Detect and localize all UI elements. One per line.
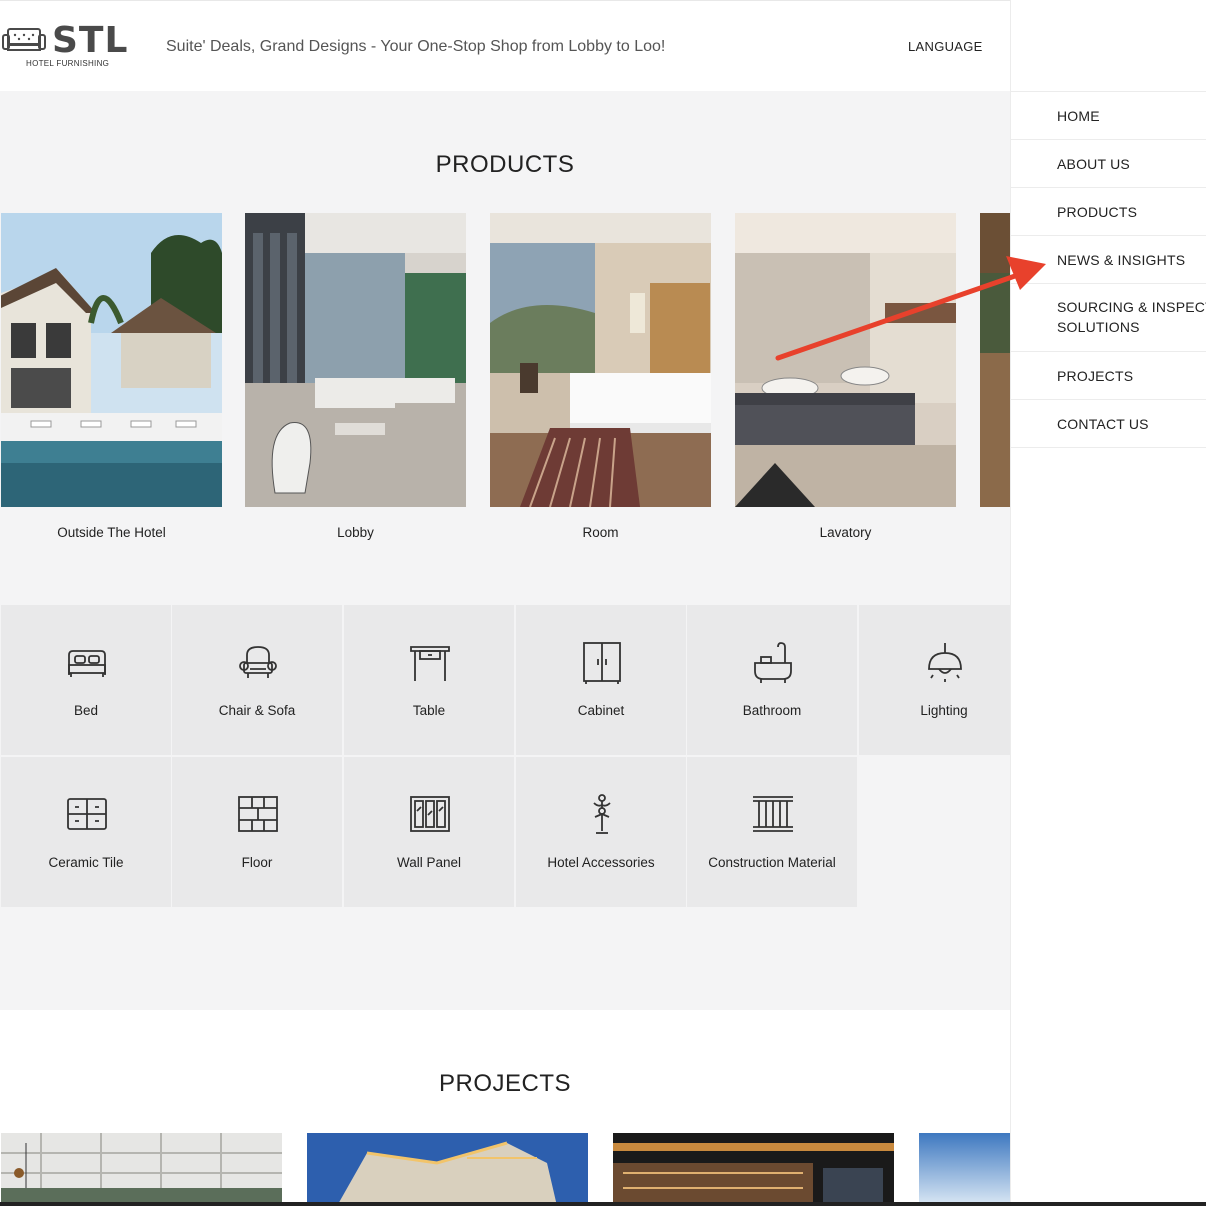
category-label: Outside The Hotel [57,525,166,540]
menu-item-about-us[interactable]: ABOUT US [1011,140,1206,188]
tile-floor[interactable]: Floor [172,757,342,907]
side-menu-panel: HOME ABOUT US PRODUCTS NEWS & INSIGHTS S… [1010,0,1206,1206]
project-image-restaurant[interactable] [613,1133,894,1206]
tile-table[interactable]: Table [344,605,514,755]
projects-heading: PROJECTS [438,1070,571,1097]
coat-stand-icon [593,794,611,834]
tile-label: Hotel Accessories [547,855,655,870]
tile-label: Ceramic Tile [48,855,124,870]
category-card-partial[interactable] [980,213,1010,512]
tile-lighting[interactable]: Lighting [859,605,1010,755]
menu-item-sourcing-solutions[interactable]: SOURCING & INSPECTI SOLUTIONS [1011,284,1206,352]
sofa-logo-icon [2,28,46,51]
logo-subtitle: HOTEL FURNISHING [26,59,110,68]
category-card-lobby[interactable]: Lobby [245,213,466,540]
category-label: Lavatory [819,525,872,540]
tile-label: Wall Panel [396,855,462,870]
lamp-icon [928,643,962,682]
menu-item-contact-us[interactable]: CONTACT US [1011,400,1206,448]
site-tagline: Suite' Deals, Grand Designs - Your One-S… [166,38,666,55]
main-menu: HOME ABOUT US PRODUCTS NEWS & INSIGHTS S… [1011,91,1206,448]
tile-construction-material[interactable]: Construction Material [687,757,857,907]
tile-label: Bathroom [742,703,802,718]
bottom-edge-bar [0,1202,1206,1206]
category-label: Lobby [337,525,374,540]
project-image-ceiling[interactable] [1,1133,282,1206]
lavatory-image [735,213,956,507]
category-card-room[interactable]: Room [490,213,711,540]
tile-hotel-accessories[interactable]: Hotel Accessories [516,757,686,907]
logo[interactable]: STL HOTEL FURNISHING [2,20,142,73]
product-category-grid: Bed Chair & Sofa Table Cabinet Bathroom [0,605,1010,907]
menu-item-sourcing-line1: SOURCING & INSPECTI [1057,299,1206,315]
room-image [490,213,711,508]
tile-bed[interactable]: Bed [1,605,171,755]
tile-icon [67,798,107,830]
site-header: STL HOTEL FURNISHING Suite' Deals, Grand… [0,0,1010,91]
tile-wall-panel[interactable]: Wall Panel [344,757,514,907]
tile-cabinet[interactable]: Cabinet [516,605,686,755]
tile-chair-sofa[interactable]: Chair & Sofa [172,605,342,755]
outside-hotel-image [0,213,222,507]
category-label: Room [582,525,619,540]
tile-bathroom[interactable]: Bathroom [687,605,857,755]
language-selector[interactable]: LANGUAGE [908,39,983,54]
cabinet-icon [583,642,621,684]
menu-item-projects[interactable]: PROJECTS [1011,352,1206,400]
floor-icon [238,796,278,832]
menu-item-home[interactable]: HOME [1011,92,1206,140]
category-carousel: Outside The Hotel Lobby Room Lavatory [0,213,1010,553]
bed-icon [68,650,106,677]
category-card-outside[interactable]: Outside The Hotel [0,213,222,540]
tile-label: Table [412,703,446,718]
menu-item-products[interactable]: PRODUCTS [1011,188,1206,236]
bathtub-icon [754,642,792,683]
tile-label: Floor [241,855,273,870]
category-card-lavatory[interactable]: Lavatory [735,213,956,540]
menu-item-sourcing-line2: SOLUTIONS [1057,319,1140,335]
tile-label: Construction Material [708,855,836,870]
menu-item-news-insights[interactable]: NEWS & INSIGHTS [1011,236,1206,284]
logo-wordmark: STL [52,20,129,61]
tile-label: Cabinet [577,703,625,718]
tile-label: Lighting [920,703,968,718]
products-section: PRODUCTS Outside The Hotel Lobby Room La… [0,91,1010,1010]
project-image-sky[interactable] [919,1133,1010,1206]
products-heading: PRODUCTS [435,151,575,178]
tile-label: Bed [73,703,99,718]
table-icon [410,646,450,681]
wall-panel-icon [410,796,450,832]
restaurant-image [980,213,1010,507]
construction-icon [753,796,793,832]
tile-ceramic-tile[interactable]: Ceramic Tile [1,757,171,907]
projects-section: PROJECTS [0,1010,1010,1206]
armchair-icon [239,646,277,678]
tile-label: Chair & Sofa [218,703,296,718]
project-image-building[interactable] [307,1133,588,1206]
lobby-image [245,213,466,507]
